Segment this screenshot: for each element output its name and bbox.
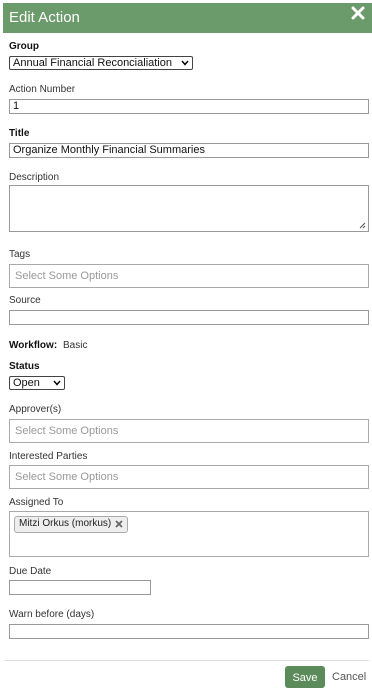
tags-label: Tags (9, 249, 31, 260)
approvers-placeholder: Select Some Options (15, 425, 119, 437)
dialog-header: Edit Action (3, 3, 372, 33)
interested-parties-placeholder: Select Some Options (15, 471, 119, 483)
save-button[interactable]: Save (285, 666, 325, 688)
group-select[interactable]: Annual Financial Reconcialiation (9, 56, 193, 70)
title-value: Organize Monthly Financial Summaries (13, 144, 205, 156)
workflow-label: Workflow: (9, 340, 58, 351)
warn-before-input[interactable] (9, 624, 369, 639)
assigned-to-input[interactable]: Mitzi Orkus (morkus) (9, 511, 369, 557)
tags-placeholder: Select Some Options (15, 270, 119, 282)
action-number-input[interactable]: 1 (9, 99, 369, 114)
due-date-input[interactable] (9, 580, 151, 595)
chevron-down-icon (181, 60, 189, 66)
group-select-value: Annual Financial Reconcialiation (13, 57, 172, 69)
title-label: Title (9, 128, 30, 139)
group-label: Group (9, 41, 39, 52)
cancel-link[interactable]: Cancel (332, 671, 366, 683)
workflow-value: Basic (63, 340, 88, 351)
description-label: Description (9, 172, 60, 183)
source-input[interactable] (9, 310, 369, 325)
dialog-title: Edit Action (9, 9, 80, 26)
source-label: Source (9, 295, 41, 306)
assigned-chip: Mitzi Orkus (morkus) (14, 516, 129, 533)
close-icon[interactable] (351, 6, 365, 20)
status-select-value: Open (13, 377, 40, 389)
chevron-down-icon (53, 380, 61, 386)
footer-divider (5, 660, 369, 661)
interested-parties-input[interactable]: Select Some Options (9, 465, 369, 489)
resize-grip-icon[interactable] (359, 222, 366, 229)
approvers-input[interactable]: Select Some Options (9, 419, 369, 443)
description-textarea[interactable] (9, 185, 369, 232)
due-date-label: Due Date (9, 566, 52, 577)
remove-icon[interactable] (115, 520, 123, 528)
status-select[interactable]: Open (9, 376, 65, 390)
assigned-chip-label: Mitzi Orkus (morkus) (19, 518, 112, 529)
title-input[interactable]: Organize Monthly Financial Summaries (9, 143, 369, 158)
warn-before-label: Warn before (days) (9, 609, 95, 620)
assigned-to-label: Assigned To (9, 497, 64, 508)
approvers-label: Approver(s) (9, 404, 62, 415)
interested-parties-label: Interested Parties (9, 451, 88, 462)
action-number-value: 1 (13, 100, 20, 112)
tags-input[interactable]: Select Some Options (9, 264, 369, 288)
status-label: Status (9, 361, 40, 372)
action-number-label: Action Number (9, 84, 76, 95)
